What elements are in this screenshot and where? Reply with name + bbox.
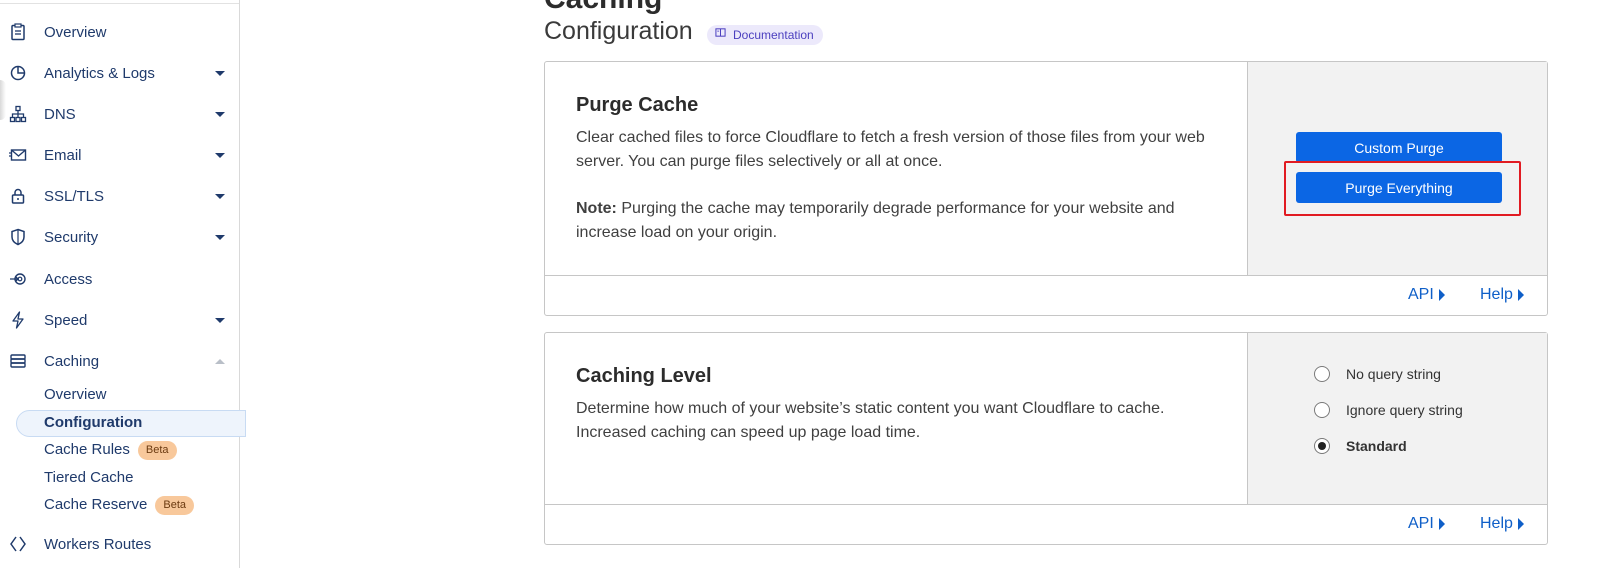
envelope-icon	[8, 145, 28, 165]
sidebar-item-label: Speed	[44, 311, 88, 329]
sidebar-item-dns[interactable]: DNS	[0, 97, 239, 131]
help-link[interactable]: Help	[1480, 515, 1524, 533]
sidebar-subitem-overview[interactable]: Overview	[44, 383, 107, 407]
caret-right-icon	[1517, 289, 1524, 301]
sidebar-item-caching[interactable]: Caching	[0, 344, 239, 378]
sidebar-item-label: Email	[44, 146, 82, 164]
chevron-down-icon	[215, 70, 225, 76]
sidebar-subitem-label: Cache Rules	[44, 441, 130, 458]
custom-purge-button[interactable]: Custom Purge	[1296, 132, 1502, 163]
purge-cache-title: Purge Cache	[576, 94, 699, 116]
radio-button[interactable]	[1314, 402, 1330, 418]
note-text: Purging the cache may temporarily degrad…	[576, 200, 1175, 241]
sidebar-subitem-configuration[interactable]: Configuration	[44, 411, 142, 435]
sidebar-item-label: Caching	[44, 352, 100, 370]
shield-icon	[8, 227, 28, 247]
purge-everything-highlight	[1284, 161, 1521, 216]
sidebar-item-access[interactable]: Access	[0, 262, 239, 296]
sidebar-subitem-label: Tiered Cache	[44, 469, 134, 486]
sidebar-item-label: Analytics & Logs	[44, 64, 155, 82]
sidebar-subitem-cache-rules[interactable]: Cache Rules Beta	[44, 438, 177, 462]
sidebar-item-label: DNS	[44, 105, 76, 123]
beta-badge: Beta	[137, 441, 177, 460]
radio-no-query-string[interactable]: No query string	[1314, 366, 1441, 382]
sidebar-subitem-label: Cache Reserve	[44, 496, 148, 513]
caching-level-footer: API Help	[545, 504, 1547, 544]
radio-ignore-query-string[interactable]: Ignore query string	[1314, 402, 1463, 418]
purge-cache-info: Purge Cache Clear cached files to force …	[545, 62, 1247, 276]
purge-cache-note: Note: Purging the cache may temporarily …	[576, 197, 1226, 244]
radio-label: No query string	[1346, 366, 1441, 382]
radio-label: Ignore query string	[1346, 402, 1463, 418]
sidebar-subitem-tiered-cache[interactable]: Tiered Cache	[44, 466, 134, 490]
caret-right-icon	[1517, 518, 1524, 530]
sidebar-item-label: Workers Routes	[44, 535, 152, 553]
book-icon	[715, 25, 726, 45]
page-subtitle: Configuration	[544, 17, 693, 45]
api-link-label: API	[1408, 515, 1434, 532]
help-link-label: Help	[1480, 286, 1513, 303]
purge-cache-description: Clear cached files to force Cloudflare t…	[576, 129, 1205, 170]
help-link-label: Help	[1480, 515, 1513, 532]
sidebar-item-ssl-tls[interactable]: SSL/TLS	[0, 179, 239, 213]
radio-label: Standard	[1346, 438, 1407, 454]
chevron-down-icon	[215, 152, 225, 158]
sidebar-item-label: SSL/TLS	[44, 187, 105, 205]
help-link[interactable]: Help	[1480, 286, 1524, 304]
caching-level-description: Determine how much of your website’s sta…	[576, 400, 1165, 441]
radio-button-selected[interactable]	[1314, 438, 1330, 454]
api-link[interactable]: API	[1408, 515, 1445, 533]
sidebar-item-label: Overview	[44, 23, 107, 41]
sidebar-item-analytics[interactable]: Analytics & Logs	[0, 56, 239, 90]
sidebar-item-email[interactable]: Email	[0, 138, 239, 172]
radio-button[interactable]	[1314, 366, 1330, 382]
api-link-label: API	[1408, 286, 1434, 303]
sidebar-item-label: Security	[44, 228, 99, 246]
sidebar-item-overview[interactable]: Overview	[0, 15, 239, 49]
chevron-down-icon	[215, 234, 225, 240]
caching-level-info: Caching Level Determine how much of your…	[545, 333, 1247, 505]
chevron-down-icon	[215, 193, 225, 199]
api-link[interactable]: API	[1408, 286, 1445, 304]
lock-icon	[8, 186, 28, 206]
note-label: Note:	[576, 200, 617, 217]
lightning-icon	[8, 310, 28, 330]
sidebar: Overview Analytics & Logs DNS Email SSL/…	[0, 0, 246, 568]
purge-actions-panel: Custom Purge Purge Everything	[1247, 62, 1547, 276]
sidebar-top-divider	[0, 0, 239, 4]
beta-badge: Beta	[155, 496, 195, 515]
sidebar-item-speed[interactable]: Speed	[0, 303, 239, 337]
sidebar-subitem-cache-reserve[interactable]: Cache Reserve Beta	[44, 493, 195, 517]
documentation-link[interactable]: Documentation	[707, 25, 823, 45]
purge-cache-footer: API Help	[545, 275, 1547, 315]
documentation-label: Documentation	[733, 28, 814, 42]
caching-level-card: Caching Level Determine how much of your…	[544, 332, 1548, 545]
sidebar-subitem-label: Overview	[44, 386, 107, 403]
sidebar-item-label: Access	[44, 270, 93, 288]
chevron-down-icon	[215, 111, 225, 117]
pie-chart-icon	[8, 63, 28, 83]
stack-icon	[8, 351, 28, 371]
access-icon	[8, 269, 28, 289]
sidebar-item-workers-routes[interactable]: Workers Routes	[0, 527, 239, 561]
workers-icon	[8, 534, 28, 554]
purge-cache-card: Purge Cache Clear cached files to force …	[544, 61, 1548, 316]
clipboard-icon	[8, 22, 28, 42]
radio-standard[interactable]: Standard	[1314, 438, 1407, 454]
chevron-down-icon	[215, 317, 225, 323]
network-icon	[8, 104, 28, 124]
sidebar-item-security[interactable]: Security	[0, 220, 239, 254]
caret-right-icon	[1438, 518, 1445, 530]
caching-level-title: Caching Level	[576, 365, 712, 387]
caching-level-options: No query string Ignore query string Stan…	[1247, 333, 1547, 505]
caret-right-icon	[1438, 289, 1445, 301]
chevron-up-icon	[215, 358, 225, 364]
page-title: Caching	[544, 0, 662, 14]
sidebar-subitem-label: Configuration	[44, 414, 143, 431]
